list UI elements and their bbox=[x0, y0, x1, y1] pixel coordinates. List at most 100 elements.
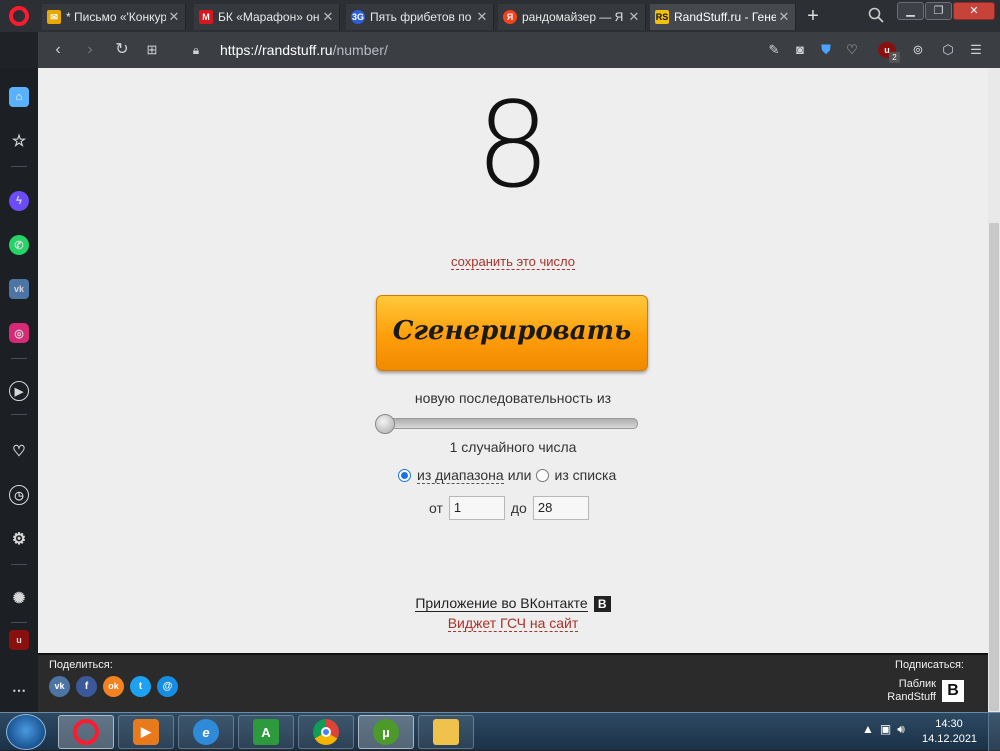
tab-label: рандомайзер — Я bbox=[522, 10, 624, 24]
tray-arrow-icon[interactable]: ▲ bbox=[862, 722, 874, 742]
marathon-icon: M bbox=[199, 10, 213, 24]
media-player-icon: ▶ bbox=[133, 719, 159, 745]
count-slider[interactable] bbox=[376, 418, 638, 429]
gear-icon[interactable]: ⚙ bbox=[9, 529, 29, 549]
from-label: от bbox=[429, 500, 443, 516]
taskbar-ie[interactable]: e bbox=[178, 715, 234, 749]
range-radio[interactable] bbox=[398, 468, 411, 482]
facebook-share-icon[interactable]: f bbox=[76, 676, 97, 697]
app-icon: A bbox=[253, 719, 279, 745]
ublock-badge: 2 bbox=[889, 52, 900, 63]
sidebar-divider bbox=[11, 564, 27, 565]
slider-handle[interactable] bbox=[375, 414, 395, 434]
public-line2: RandStuff bbox=[887, 691, 936, 703]
taskbar-utorrent[interactable]: µ bbox=[358, 715, 414, 749]
close-icon[interactable]: ✕ bbox=[474, 9, 490, 25]
heart-icon[interactable]: ♡ bbox=[844, 42, 860, 58]
ublock-icon[interactable]: u bbox=[9, 630, 29, 650]
share-label: Поделиться: bbox=[49, 659, 113, 671]
maximize-button[interactable]: ❐ bbox=[925, 2, 952, 20]
mode-or-label: или bbox=[507, 467, 532, 483]
page-content: 8 сохранить это число Сгенерировать нову… bbox=[38, 68, 988, 653]
new-tab-button[interactable]: + bbox=[801, 4, 825, 28]
clock-time: 14:30 bbox=[935, 718, 963, 730]
moimir-share-icon[interactable]: @ bbox=[157, 676, 178, 697]
reload-icon[interactable]: ↻ bbox=[112, 40, 132, 60]
back-icon[interactable]: ‹ bbox=[48, 40, 68, 60]
to-input[interactable]: 28 bbox=[532, 496, 589, 520]
taskbar-chrome[interactable] bbox=[298, 715, 354, 749]
vk-share-icon[interactable]: vk bbox=[49, 676, 70, 697]
public-line1: Паблик bbox=[898, 678, 936, 690]
tab-mail[interactable]: ✉ * Письмо «'Конкур ✕ bbox=[42, 4, 186, 30]
history-clock-icon[interactable]: ◷ bbox=[9, 485, 29, 505]
tab-bar: ✉ * Письмо «'Конкур ✕ M БК «Марафон» он … bbox=[0, 0, 1000, 32]
vk-icon[interactable]: vk bbox=[9, 279, 29, 299]
list-radio[interactable] bbox=[535, 468, 549, 482]
vk-app-link[interactable]: Приложение во ВКонтакте bbox=[415, 595, 588, 612]
taskbar-opera[interactable] bbox=[58, 715, 114, 749]
widget-link[interactable]: Виджет ГСЧ на сайт bbox=[447, 615, 579, 632]
opera-logo-icon[interactable] bbox=[9, 6, 29, 26]
close-icon[interactable]: ✕ bbox=[776, 9, 792, 25]
tab-randstuff[interactable]: RS RandStuff.ru - Гене ✕ bbox=[650, 4, 796, 30]
lightbulb-icon[interactable]: ✺ bbox=[9, 588, 29, 608]
network-icon[interactable]: ▣ bbox=[880, 722, 891, 742]
tab-label: RandStuff.ru - Гене bbox=[674, 10, 776, 24]
tab-freebets[interactable]: 3G Пять фрибетов по ✕ bbox=[346, 4, 494, 30]
shield-icon[interactable]: ⛊ bbox=[818, 42, 834, 58]
taskbar-explorer[interactable] bbox=[418, 715, 474, 749]
whatsapp-icon[interactable]: ✆ bbox=[9, 235, 29, 255]
url-path: /number/ bbox=[332, 42, 388, 58]
settings-sliders-icon[interactable]: ☰ bbox=[968, 42, 984, 58]
save-number-link[interactable]: сохранить это число bbox=[451, 254, 575, 270]
generate-button[interactable]: Сгенерировать bbox=[376, 295, 648, 371]
opera-icon bbox=[73, 719, 99, 745]
close-window-button[interactable]: ✕ bbox=[953, 2, 995, 20]
instagram-icon[interactable]: ◎ bbox=[9, 323, 29, 343]
tab-label: * Письмо «'Конкур bbox=[66, 10, 166, 24]
scroll-thumb[interactable] bbox=[989, 223, 999, 711]
page-scrollbar[interactable] bbox=[988, 68, 1000, 712]
volume-icon[interactable]: 🔊︎ bbox=[897, 722, 905, 742]
forward-icon[interactable]: › bbox=[80, 40, 100, 60]
star-icon[interactable]: ☆ bbox=[9, 131, 29, 151]
taskbar-app[interactable]: A bbox=[238, 715, 294, 749]
tab-yandex[interactable]: Я рандомайзер — Я ✕ bbox=[498, 4, 646, 30]
close-icon[interactable]: ✕ bbox=[320, 9, 336, 25]
taskbar-clock[interactable]: 14:30 14.12.2021 bbox=[922, 717, 977, 747]
home-icon[interactable]: ⌂ bbox=[9, 87, 29, 107]
camera-icon[interactable]: ◙ bbox=[792, 42, 808, 58]
snap-icon[interactable]: ✎ bbox=[766, 42, 782, 58]
vk-public-icon[interactable]: B bbox=[942, 680, 964, 702]
url-field[interactable]: https://randstuff.ru/number/ bbox=[220, 42, 388, 58]
messenger-icon[interactable]: ϟ bbox=[9, 191, 29, 211]
list-mode-label[interactable]: из списка bbox=[555, 467, 617, 483]
from-input[interactable]: 1 bbox=[448, 496, 505, 520]
sequence-label: новую последовательность из bbox=[414, 390, 612, 406]
show-desktop-button[interactable] bbox=[988, 713, 1000, 751]
vpn-icon[interactable]: ⊚ bbox=[910, 42, 926, 58]
search-icon[interactable] bbox=[868, 7, 884, 23]
taskbar-media-player[interactable]: ▶ bbox=[118, 715, 174, 749]
site-footer: Поделиться: vk f ok t @ Подписаться: Паб… bbox=[38, 653, 988, 712]
start-button[interactable] bbox=[6, 714, 46, 750]
utorrent-icon: µ bbox=[373, 719, 399, 745]
mode-selector: из диапазона или из списка bbox=[398, 466, 616, 484]
extensions-icon[interactable]: ⬡ bbox=[940, 42, 956, 58]
close-icon[interactable]: ✕ bbox=[626, 9, 642, 25]
range-mode-label[interactable]: из диапазона bbox=[417, 467, 504, 484]
lock-icon: 🔒︎ bbox=[192, 43, 200, 57]
speed-dial-icon[interactable]: ⊞ bbox=[142, 40, 162, 60]
windows-taskbar: ▶ e A µ ▲ ▣ 🔊︎ 14:30 14.12.2021 bbox=[0, 712, 1000, 751]
twitter-share-icon[interactable]: t bbox=[130, 676, 151, 697]
close-icon[interactable]: ✕ bbox=[166, 9, 182, 25]
public-label[interactable]: Паблик RandStuff bbox=[887, 678, 936, 704]
more-icon[interactable]: ⋯ bbox=[9, 680, 29, 700]
heart-icon[interactable]: ♡ bbox=[9, 441, 29, 461]
minimize-button[interactable]: ▁ bbox=[897, 2, 924, 20]
player-icon[interactable]: ▶ bbox=[9, 381, 29, 401]
tab-marathon[interactable]: M БК «Марафон» он ✕ bbox=[194, 4, 340, 30]
tab-label: БК «Марафон» он bbox=[218, 10, 320, 24]
odnoklassniki-share-icon[interactable]: ok bbox=[103, 676, 124, 697]
